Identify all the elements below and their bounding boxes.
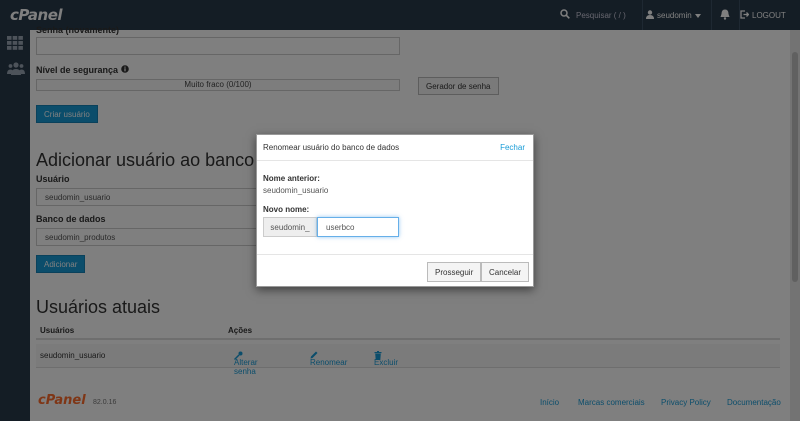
- prefix-addon: seudomin_: [263, 217, 317, 237]
- old-name-value: seudomin_usuario: [263, 186, 329, 195]
- proceed-button[interactable]: Prosseguir: [427, 262, 482, 282]
- close-link[interactable]: Fechar: [500, 143, 525, 152]
- new-name-input[interactable]: [317, 217, 399, 237]
- new-name-label: Novo nome:: [263, 205, 310, 214]
- modal-header: Renomear usuário do banco de dados Fecha…: [257, 135, 533, 161]
- cancel-button[interactable]: Cancelar: [481, 262, 530, 282]
- modal-title: Renomear usuário do banco de dados: [263, 143, 400, 152]
- rename-db-user-modal: Renomear usuário do banco de dados Fecha…: [256, 134, 534, 287]
- modal-footer: Prosseguir Cancelar: [257, 254, 533, 287]
- old-name-label: Nome anterior:: [263, 174, 320, 183]
